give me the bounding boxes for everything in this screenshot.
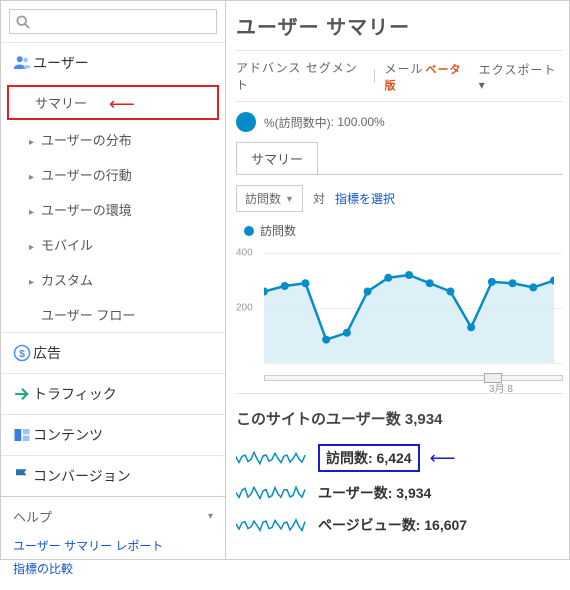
sidebar-item-0[interactable]: サマリー⟵	[7, 85, 219, 120]
sidebar-item-3[interactable]: ▸ユーザーの環境	[1, 192, 225, 227]
help-header[interactable]: ヘルプ ▾	[13, 507, 213, 526]
xtick: 3月 8	[489, 380, 513, 395]
help-link-1[interactable]: 指標の比較	[13, 557, 213, 580]
sidebar-item-1[interactable]: ▸ユーザーの分布	[1, 122, 225, 157]
help-link-0[interactable]: ユーザー サマリー レポート	[13, 534, 213, 557]
legend-label: 訪問数	[260, 222, 296, 239]
sidebar-section-blocks[interactable]: コンテンツ	[1, 415, 225, 455]
metric-text: 訪問数: 6,424	[318, 444, 420, 472]
sidebar-header-users[interactable]: ユーザー	[1, 43, 225, 83]
users-icon	[13, 54, 33, 72]
sparkline	[236, 447, 308, 469]
separator	[374, 69, 375, 83]
sidebar-section-dollar[interactable]: $広告	[1, 333, 225, 373]
percent-value: : 100.00%	[331, 115, 385, 129]
sidebar-section-flag[interactable]: コンバージョン	[1, 456, 225, 496]
metric-text: ユーザー数: 3,934	[318, 483, 431, 503]
page-title: ユーザー サマリー	[236, 11, 563, 40]
mail-label: メール	[385, 62, 424, 76]
metric-dropdown[interactable]: 訪問数 ▼	[236, 185, 303, 212]
sidebar-section-arrow[interactable]: トラフィック	[1, 374, 225, 414]
advanced-segment-button[interactable]: アドバンス セグメント	[236, 59, 364, 93]
help-title-label: ヘルプ	[13, 507, 52, 526]
metric-row-0: 訪問数: 6,424 ⟵	[236, 439, 563, 477]
percent-label: %(訪問数中)	[264, 114, 331, 131]
arrow-blue-icon: ⟵	[430, 448, 456, 469]
dollar-icon: $	[13, 344, 33, 362]
sidebar-item-2[interactable]: ▸ユーザーの行動	[1, 157, 225, 192]
sparkline	[236, 482, 308, 504]
ytick-200: 200	[236, 303, 253, 314]
metric-text: ページビュー数: 16,607	[318, 515, 467, 535]
blocks-icon	[13, 426, 33, 444]
sidebar-item-5[interactable]: ▸カスタム	[1, 262, 225, 297]
select-metric-link[interactable]: 指標を選択	[335, 190, 395, 207]
metric-dropdown-label: 訪問数	[245, 190, 281, 207]
chevron-down-icon: ▼	[285, 194, 294, 204]
sidebar-item-6[interactable]: ユーザー フロー	[1, 297, 225, 332]
metric-row-1: ユーザー数: 3,934	[236, 477, 563, 509]
svg-text:$: $	[19, 348, 25, 360]
chevron-down-icon: ▾	[208, 511, 213, 522]
sidebar-header-label: ユーザー	[33, 53, 89, 73]
sparkline	[236, 514, 308, 536]
search-input[interactable]	[30, 10, 216, 33]
chart: 400 200 3月 8	[236, 243, 563, 393]
date-slider[interactable]	[264, 375, 563, 381]
search-icon	[16, 15, 30, 29]
search-box[interactable]	[9, 9, 217, 34]
metric-row-2: ページビュー数: 16,607	[236, 509, 563, 541]
mail-button[interactable]: メールベータ版	[385, 60, 469, 93]
legend-dot	[244, 226, 254, 236]
site-users-heading: このサイトのユーザー数 3,934	[236, 393, 563, 439]
arrow-icon	[13, 385, 33, 403]
pie-icon	[236, 112, 256, 132]
export-button[interactable]: エクスポート ▾	[479, 61, 563, 92]
sidebar-item-4[interactable]: ▸モバイル	[1, 227, 225, 262]
flag-icon	[13, 467, 33, 485]
arrow-red-icon: ⟵	[109, 94, 135, 115]
tab-summary[interactable]: サマリー	[236, 142, 318, 174]
vs-label: 対	[313, 190, 325, 207]
ytick-400: 400	[236, 248, 253, 259]
